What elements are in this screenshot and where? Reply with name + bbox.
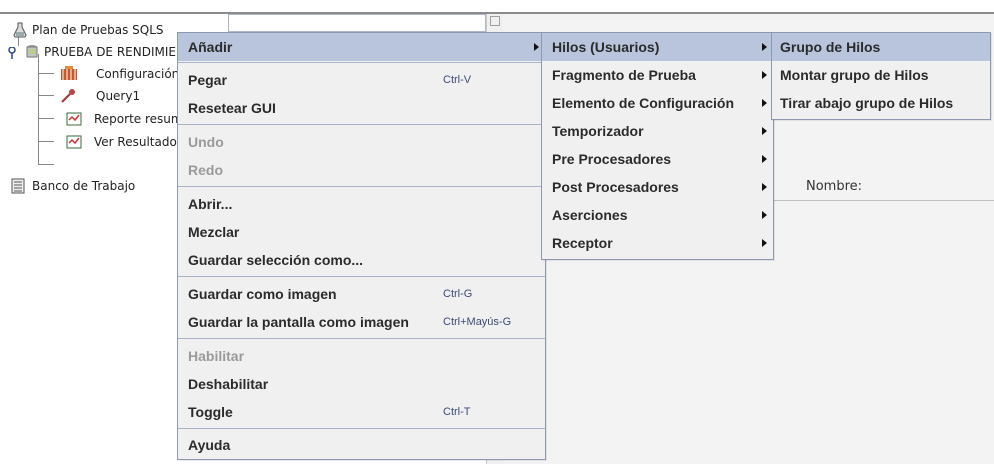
menu-item-help[interactable]: Ayuda: [178, 431, 545, 459]
menu-item-enable[interactable]: Habilitar: [178, 342, 545, 370]
tree-connector: [38, 141, 54, 142]
menu-item-label: Guardar la pantalla como imagen: [188, 314, 409, 330]
menu-item-label: Undo: [188, 134, 224, 150]
submenu-item-pre-processors[interactable]: Pre Procesadores: [542, 145, 773, 173]
menu-item-label: Abrir...: [188, 196, 233, 212]
submenu-arrow-icon: [534, 43, 539, 51]
report-icon: [66, 111, 82, 127]
tree-expand-icon[interactable]: [8, 45, 16, 59]
submenu-arrow-icon: [762, 43, 767, 51]
tree-connector: [38, 164, 54, 165]
submenu-arrow-icon: [762, 183, 767, 191]
name-field-label: Nombre:: [806, 179, 863, 194]
submenu-item-teardown-thread-group[interactable]: Tirar abajo grupo de Hilos: [772, 89, 990, 117]
menu-item-label: Pre Procesadores: [552, 151, 672, 167]
submenu-threads: Grupo de Hilos Montar grupo de Hilos Tir…: [771, 32, 991, 120]
menu-item-undo[interactable]: Undo: [178, 128, 545, 156]
menu-separator: [178, 428, 545, 429]
menu-shortcut: Ctrl+Mayús-G: [443, 316, 512, 328]
menu-item-redo[interactable]: Redo: [178, 156, 545, 184]
submenu-arrow-icon: [762, 155, 767, 163]
tree-item-label: Configuración: [96, 67, 180, 81]
menu-item-label: Temporizador: [552, 123, 644, 139]
config-icon: [60, 66, 77, 82]
submenu-item-setup-thread-group[interactable]: Montar grupo de Hilos: [772, 61, 990, 89]
divider-handle-icon[interactable]: [490, 16, 500, 26]
submenu-item-listener[interactable]: Receptor: [542, 229, 773, 257]
tree-item-label: Query1: [96, 89, 141, 103]
menu-item-label: Guardar como imagen: [188, 286, 337, 302]
submenu-item-post-processors[interactable]: Post Procesadores: [542, 173, 773, 201]
workbench-icon: [10, 178, 26, 194]
panel-separator: [772, 200, 994, 201]
menu-item-label: Redo: [188, 162, 223, 178]
tree-connector: [38, 118, 54, 119]
menu-shortcut: Ctrl-V: [443, 74, 472, 86]
menu-separator: [178, 338, 545, 339]
tree-item-label: Banco de Trabajo: [32, 179, 136, 193]
menu-item-label: Guardar selección como...: [188, 252, 364, 268]
tree-item-label: Plan de Pruebas SQLS: [32, 23, 164, 37]
menu-item-label: Post Procesadores: [552, 179, 679, 195]
menu-separator: [178, 124, 545, 125]
menu-item-label: Receptor: [552, 235, 613, 251]
tree-item-label: Ver Resultados: [94, 135, 184, 149]
flask-icon: [12, 22, 28, 38]
menu-item-label: Habilitar: [188, 348, 245, 364]
tree-connector: [38, 54, 39, 164]
menu-item-label: Aserciones: [552, 207, 628, 223]
menu-item-label: Tirar abajo grupo de Hilos: [780, 95, 954, 111]
menu-item-merge[interactable]: Mezclar: [178, 218, 545, 246]
submenu-add: Hilos (Usuarios) Fragmento de Prueba Ele…: [541, 32, 774, 260]
submenu-item-assertions[interactable]: Aserciones: [542, 201, 773, 229]
menu-item-label: Pegar: [188, 72, 227, 88]
report-icon: [66, 134, 82, 150]
submenu-item-test-fragment[interactable]: Fragmento de Prueba: [542, 61, 773, 89]
menu-item-reset-gui[interactable]: Resetear GUI: [178, 94, 545, 122]
menu-separator: [178, 186, 545, 187]
menu-item-add[interactable]: Añadir: [178, 33, 545, 61]
menu-item-label: Fragmento de Prueba: [552, 67, 696, 83]
menu-item-label: Hilos (Usuarios): [552, 39, 660, 55]
menu-item-save-as-image[interactable]: Guardar como imagen Ctrl-G: [178, 280, 545, 308]
menu-item-label: Elemento de Configuración: [552, 95, 735, 111]
menu-separator: [178, 276, 545, 277]
tree-connector: [38, 73, 54, 74]
menu-item-label: Montar grupo de Hilos: [780, 67, 929, 83]
menu-item-label: Resetear GUI: [188, 100, 276, 116]
submenu-arrow-icon: [762, 211, 767, 219]
menu-separator: [178, 62, 545, 63]
thread-group-icon: [24, 44, 40, 60]
menu-item-label: Ayuda: [188, 437, 231, 453]
menu-item-label: Toggle: [188, 404, 233, 420]
sampler-pipette-icon: [60, 88, 76, 104]
menu-item-toggle[interactable]: Toggle Ctrl-T: [178, 398, 545, 426]
menu-item-save-selection-as[interactable]: Guardar selección como...: [178, 246, 545, 274]
submenu-arrow-icon: [762, 99, 767, 107]
menu-item-label: Mezclar: [188, 224, 240, 240]
menu-shortcut: Ctrl-G: [443, 288, 473, 300]
menu-item-label: Deshabilitar: [188, 376, 269, 392]
submenu-item-thread-group[interactable]: Grupo de Hilos: [772, 33, 990, 61]
tree-connector: [38, 95, 54, 96]
menu-item-label: Añadir: [188, 39, 233, 55]
submenu-arrow-icon: [762, 127, 767, 135]
submenu-item-threads[interactable]: Hilos (Usuarios): [542, 33, 773, 61]
menu-shortcut: Ctrl-T: [443, 406, 471, 418]
menu-item-disable[interactable]: Deshabilitar: [178, 370, 545, 398]
menu-item-open[interactable]: Abrir...: [178, 190, 545, 218]
menu-item-save-screen-as-image[interactable]: Guardar la pantalla como imagen Ctrl+May…: [178, 308, 545, 336]
submenu-item-config-element[interactable]: Elemento de Configuración: [542, 89, 773, 117]
submenu-arrow-icon: [762, 71, 767, 79]
menu-item-paste[interactable]: Pegar Ctrl-V: [178, 66, 545, 94]
tree-header-field[interactable]: [228, 14, 486, 32]
menu-item-label: Grupo de Hilos: [780, 39, 881, 55]
submenu-arrow-icon: [762, 239, 767, 247]
submenu-item-timer[interactable]: Temporizador: [542, 117, 773, 145]
context-menu: Añadir Pegar Ctrl-V Resetear GUI Undo Re…: [177, 32, 546, 460]
